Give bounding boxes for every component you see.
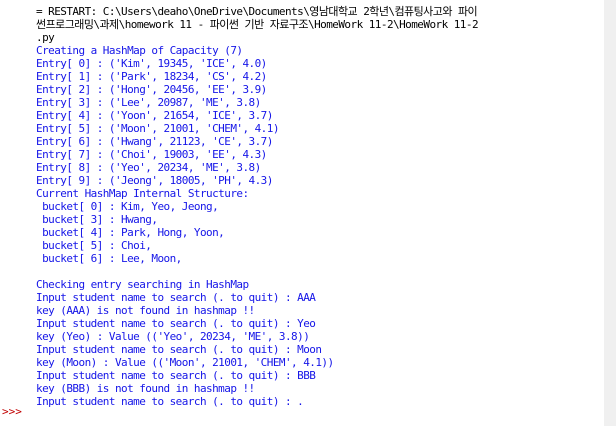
output-line: bucket[ 5] : Choi, bbox=[36, 239, 152, 252]
output-line: bucket[ 3] : Hwang, bbox=[36, 213, 158, 226]
output-line: key (Yeo) : Value (('Yeo', 20234, 'ME', … bbox=[36, 330, 310, 343]
output-line: Entry[ 9] : ('Jeong', 18005, 'PH', 4.3) bbox=[36, 174, 273, 187]
output-line: key (BBB) is not found in hashmap !! bbox=[36, 382, 255, 395]
output-line: 썬프로그래밍\과제\homework 11 - 파이썬 기반 자료구조\Home… bbox=[36, 18, 479, 31]
output-line: Input student name to search (. to quit)… bbox=[36, 343, 322, 356]
output-line: Creating a HashMap of Capacity (7) bbox=[36, 44, 243, 57]
output-line: key (Moon) : Value (('Moon', 21001, 'CHE… bbox=[36, 356, 334, 369]
output-line: Entry[ 5] : ('Moon', 21001, 'CHEM', 4.1) bbox=[36, 122, 279, 135]
shell-output[interactable]: = RESTART: C:\Users\deaho\OneDrive\Docum… bbox=[36, 5, 612, 408]
output-line: Current HashMap Internal Structure: bbox=[36, 187, 249, 200]
output-line: Entry[ 8] : ('Yeo', 20234, 'ME', 3.8) bbox=[36, 161, 261, 174]
output-line: Input student name to search (. to quit)… bbox=[36, 369, 316, 382]
output-line: bucket[ 0] : Kim, Yeo, Jeong, bbox=[36, 200, 219, 213]
output-line: .py bbox=[36, 31, 55, 44]
output-line: Entry[ 6] : ('Hwang', 21123, 'CE', 3.7) bbox=[36, 135, 273, 148]
output-line: bucket[ 6] : Lee, Moon, bbox=[36, 252, 182, 265]
shell-prompt: >>> bbox=[2, 405, 22, 418]
output-line: Entry[ 7] : ('Choi', 19003, 'EE', 4.3) bbox=[36, 148, 267, 161]
output-line: Entry[ 4] : ('Yoon', 21654, 'ICE', 3.7) bbox=[36, 109, 273, 122]
output-line: key (AAA) is not found in hashmap !! bbox=[36, 304, 255, 317]
output-line: Entry[ 2] : ('Hong', 20456, 'EE', 3.9) bbox=[36, 83, 267, 96]
output-line: Input student name to search (. to quit)… bbox=[36, 317, 316, 330]
vertical-scrollbar[interactable] bbox=[604, 0, 616, 426]
output-line: Input student name to search (. to quit)… bbox=[36, 291, 316, 304]
output-line: Checking entry searching in HashMap bbox=[36, 278, 249, 291]
python-shell-window: = RESTART: C:\Users\deaho\OneDrive\Docum… bbox=[0, 0, 616, 426]
output-line: bucket[ 4] : Park, Hong, Yoon, bbox=[36, 226, 225, 239]
prompt-gutter bbox=[0, 0, 30, 426]
output-line: Input student name to search (. to quit)… bbox=[36, 395, 304, 408]
output-line: Entry[ 1] : ('Park', 18234, 'CS', 4.2) bbox=[36, 70, 267, 83]
output-line: = RESTART: C:\Users\deaho\OneDrive\Docum… bbox=[36, 5, 478, 18]
output-line: Entry[ 3] : ('Lee', 20987, 'ME', 3.8) bbox=[36, 96, 261, 109]
output-line: Entry[ 0] : ('Kim', 19345, 'ICE', 4.0) bbox=[36, 57, 267, 70]
